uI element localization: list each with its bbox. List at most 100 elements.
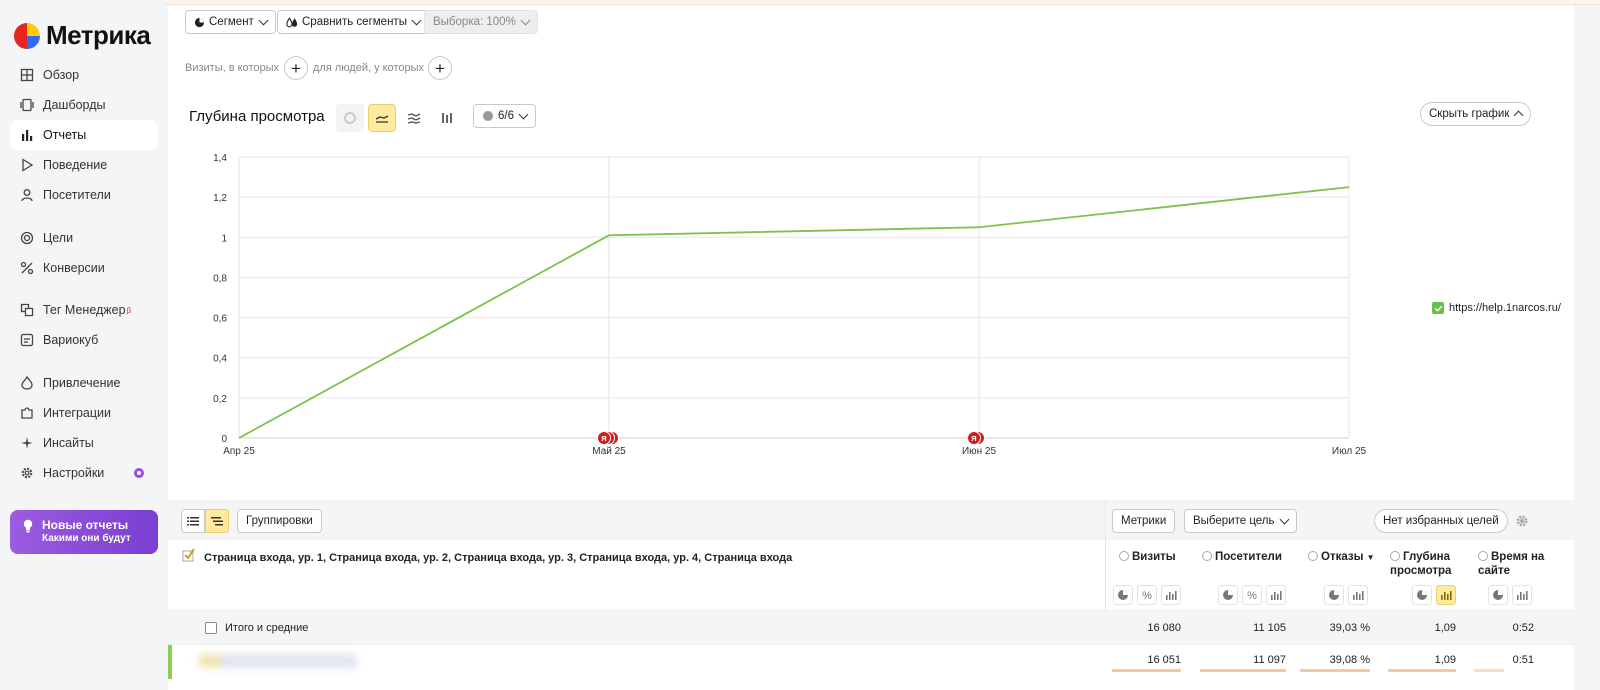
pie-toggle-button[interactable] bbox=[1324, 585, 1344, 605]
checkmark-icon[interactable] bbox=[182, 548, 196, 562]
sidebar-item-4[interactable]: Посетители bbox=[10, 180, 158, 210]
sidebar-item-12[interactable]: Настройки bbox=[10, 458, 158, 488]
total-time: 0:52 bbox=[1512, 622, 1534, 634]
series-line[interactable] bbox=[238, 186, 1350, 439]
help-icon[interactable] bbox=[1308, 551, 1318, 561]
beta-badge: β bbox=[126, 305, 132, 315]
pie-toggle-button[interactable] bbox=[1488, 585, 1508, 605]
app-logo[interactable]: Метрика bbox=[14, 20, 151, 51]
help-icon[interactable] bbox=[1390, 551, 1400, 561]
main-panel: Сегмент Сравнить сегменты Выборка: 100% … bbox=[168, 5, 1574, 690]
metrika-logo-icon bbox=[14, 22, 40, 49]
row-time: 0:51 bbox=[1512, 654, 1534, 666]
goal-select[interactable]: Выберите цель bbox=[1184, 509, 1297, 533]
annotation-marker-label: Я bbox=[971, 434, 976, 443]
favorites-label: Нет избранных целей bbox=[1383, 515, 1499, 527]
pie-toggle-button[interactable] bbox=[1113, 585, 1133, 605]
check-icon bbox=[1434, 305, 1442, 312]
table-row[interactable]: 16 051 11 097 39,08 % 1,09 0:51 bbox=[168, 644, 1574, 690]
new-reports-promo[interactable]: Новые отчеты Какими они будут bbox=[10, 510, 158, 554]
sample-button[interactable]: Выборка: 100% bbox=[424, 10, 538, 34]
goal-label: Выберите цель bbox=[1193, 515, 1275, 527]
help-icon[interactable] bbox=[1202, 551, 1212, 561]
x-tick-label: Апр 25 bbox=[223, 446, 255, 457]
series-toggle-button[interactable]: 6/6 bbox=[473, 104, 536, 128]
logo-text: Метрика bbox=[46, 20, 151, 50]
bar-toggle-button[interactable] bbox=[1348, 585, 1368, 605]
pie-toggle-button[interactable] bbox=[1412, 585, 1432, 605]
sidebar-item-label: Посетители bbox=[43, 188, 111, 202]
add-people-filter-button[interactable]: + bbox=[428, 56, 452, 80]
sidebar-item-6[interactable]: Конверсии bbox=[10, 253, 158, 283]
sidebar-item-7[interactable]: Тег Менеджер β bbox=[10, 295, 158, 325]
pie-toggle-button[interactable] bbox=[1218, 585, 1238, 605]
sidebar-item-0[interactable]: Обзор bbox=[10, 60, 158, 90]
bar-toggle-button[interactable] bbox=[1266, 585, 1286, 605]
sidebar-item-9[interactable]: Привлечение bbox=[10, 368, 158, 398]
sidebar-item-10[interactable]: Интеграции bbox=[10, 398, 158, 428]
sidebar-item-1[interactable]: Дашборды bbox=[10, 90, 158, 120]
y-tick-label: 1,2 bbox=[213, 193, 227, 204]
dimensions-title: Страница входа, ур. 1, Страница входа, у… bbox=[204, 552, 793, 564]
column-visitors[interactable]: Посетители bbox=[1202, 550, 1282, 564]
series-color-marker bbox=[168, 645, 172, 679]
sidebar-item-2[interactable]: Отчеты bbox=[10, 120, 158, 150]
sidebar-item-11[interactable]: Инсайты bbox=[10, 428, 158, 458]
groupings-label: Группировки bbox=[246, 515, 313, 527]
segment-button[interactable]: Сегмент bbox=[185, 10, 276, 34]
notification-dot bbox=[134, 468, 144, 478]
metrics-button[interactable]: Метрики bbox=[1112, 509, 1176, 533]
line-chart: 0 0,2 0,4 0,6 0,8 1 1,2 1,4 Апр 25 Май 25 Июн 25 Ию… bbox=[213, 153, 1367, 457]
time-bar bbox=[1474, 669, 1504, 672]
sidebar-item-5[interactable]: Цели bbox=[10, 223, 158, 253]
percent-icon bbox=[20, 261, 34, 275]
pie-icon bbox=[1118, 590, 1128, 600]
flat-view-button[interactable] bbox=[181, 509, 205, 533]
bar-chart-icon bbox=[1166, 591, 1177, 600]
legend-checkbox[interactable] bbox=[1432, 302, 1444, 314]
tree-view-button[interactable] bbox=[205, 509, 229, 533]
x-tick-label: Июл 25 bbox=[1332, 446, 1367, 457]
sparkle-icon bbox=[20, 436, 34, 450]
tree-list-icon bbox=[211, 517, 223, 526]
bar-view-button[interactable] bbox=[433, 104, 461, 132]
dashboard-icon bbox=[20, 98, 34, 112]
sidebar-item-label: Настройки bbox=[43, 466, 105, 480]
total-checkbox[interactable] bbox=[205, 622, 217, 634]
bar-toggle-button[interactable] bbox=[1161, 585, 1181, 605]
sidebar-item-3[interactable]: Поведение bbox=[10, 150, 158, 180]
pie-icon bbox=[1493, 590, 1503, 600]
legend-item[interactable]: https://help.1narcos.ru/ bbox=[1432, 302, 1561, 314]
column-visits[interactable]: Визиты bbox=[1119, 550, 1176, 564]
area-view-button[interactable] bbox=[400, 104, 428, 132]
pie-view-button[interactable] bbox=[336, 104, 364, 132]
help-icon[interactable] bbox=[1478, 551, 1488, 561]
sidebar-item-label: Интеграции bbox=[43, 406, 112, 420]
play-icon bbox=[20, 158, 34, 172]
gear-icon[interactable] bbox=[1515, 514, 1529, 528]
column-depth[interactable]: Глубина просмотра bbox=[1390, 550, 1470, 578]
line-view-button[interactable] bbox=[368, 104, 396, 132]
column-time[interactable]: Время на сайте bbox=[1478, 550, 1558, 578]
groupings-button[interactable]: Группировки bbox=[237, 509, 322, 533]
help-icon[interactable] bbox=[1119, 551, 1129, 561]
sidebar-item-8[interactable]: Вариокуб bbox=[10, 325, 158, 355]
add-visit-filter-button[interactable]: + bbox=[284, 56, 308, 80]
list-icon bbox=[187, 517, 199, 526]
compare-segments-button[interactable]: Сравнить сегменты bbox=[277, 10, 429, 34]
hide-chart-button[interactable]: Скрыть график bbox=[1420, 102, 1532, 126]
percent-toggle-button[interactable]: % bbox=[1242, 585, 1262, 605]
line-chart-icon bbox=[375, 115, 389, 123]
total-bounces: 39,03 % bbox=[1329, 622, 1370, 634]
total-visitors: 11 105 bbox=[1253, 622, 1286, 634]
percent-toggle-button[interactable]: % bbox=[1137, 585, 1157, 605]
bar-toggle-button[interactable] bbox=[1436, 585, 1456, 605]
favorite-goals-button[interactable]: Нет избранных целей bbox=[1374, 509, 1508, 533]
sidebar-item-label: Тег Менеджер bbox=[43, 303, 126, 317]
column-bounces[interactable]: Отказы ▼ bbox=[1308, 550, 1375, 565]
promo-subtitle: Какими они будут bbox=[42, 533, 131, 544]
sort-desc-icon[interactable]: ▼ bbox=[1367, 553, 1375, 562]
sidebar-item-label: Конверсии bbox=[43, 261, 105, 275]
bar-toggle-button[interactable] bbox=[1512, 585, 1532, 605]
sidebar-item-label: Дашборды bbox=[43, 98, 106, 112]
